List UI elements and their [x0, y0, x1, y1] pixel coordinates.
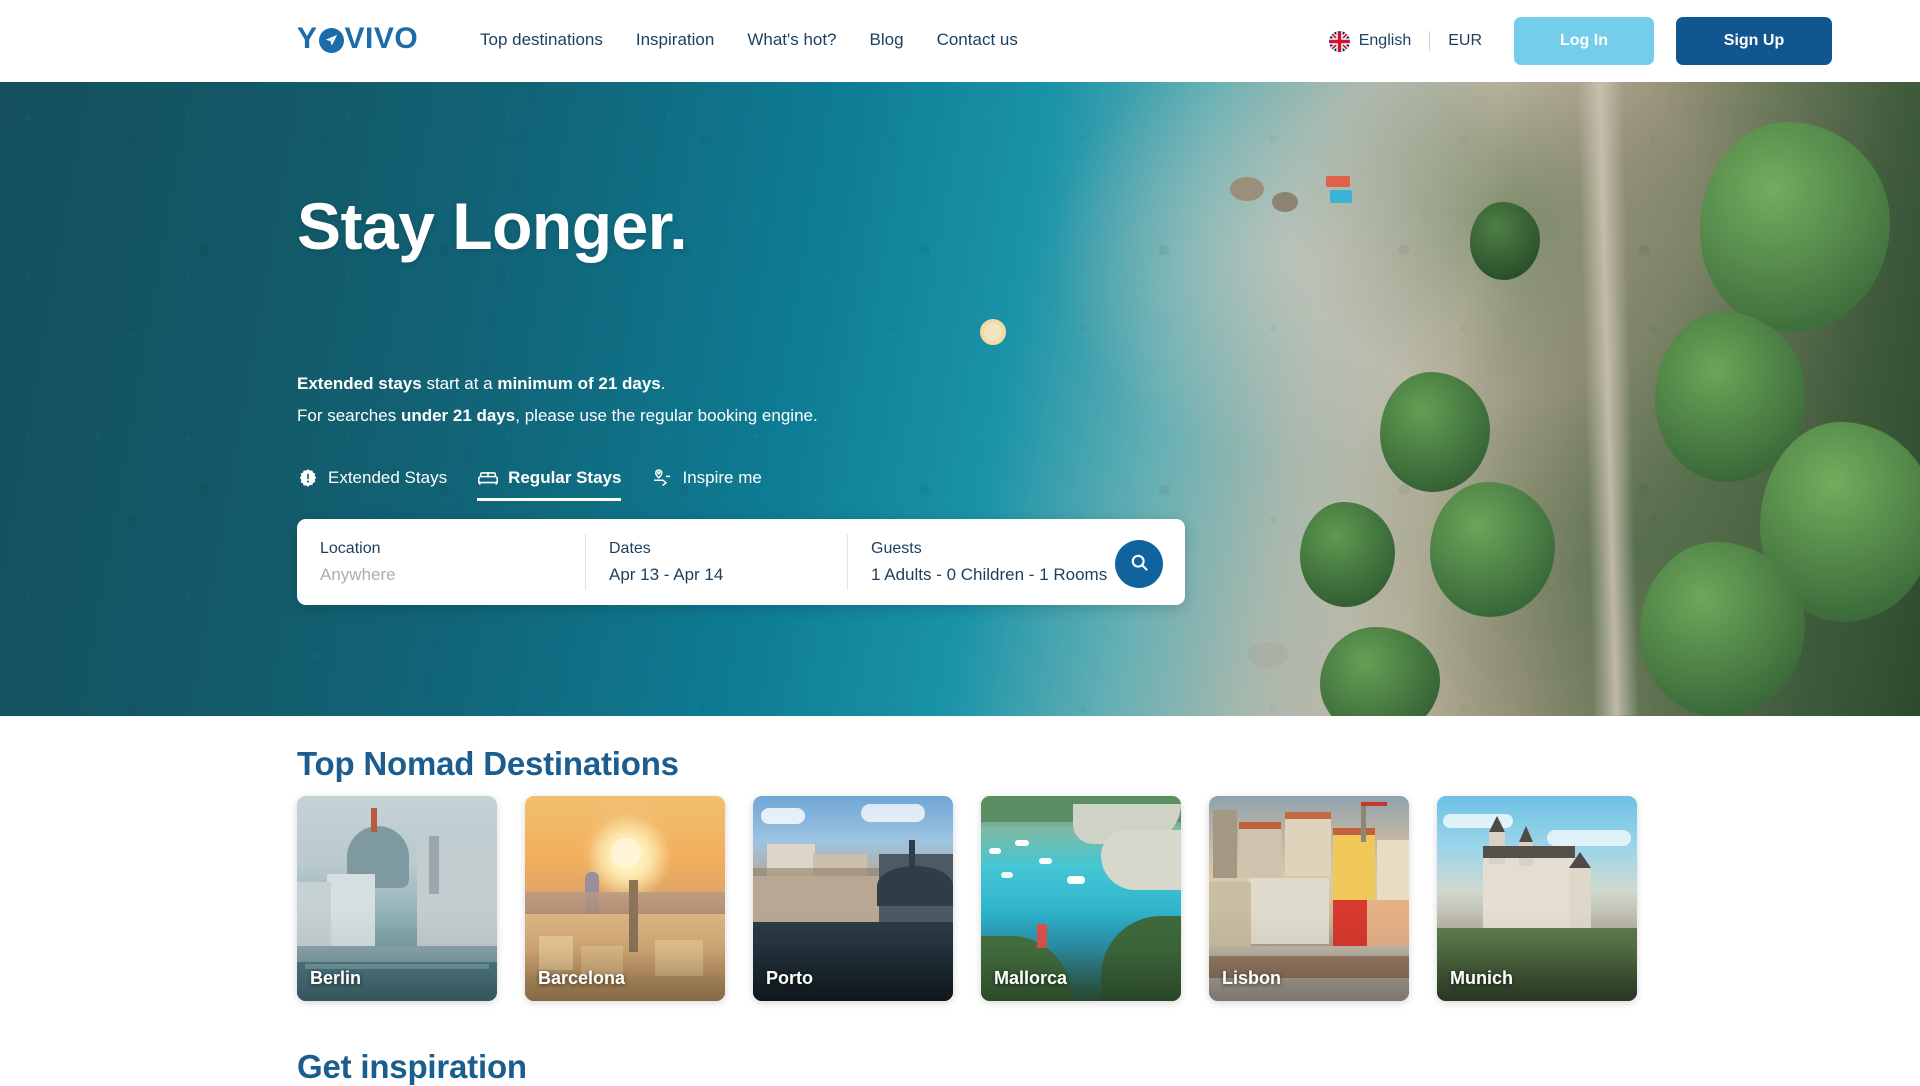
logo-text-after: VIVO: [344, 22, 419, 55]
site-header: Y VIVO Top destinations Inspiration What…: [0, 0, 1920, 82]
header-actions: English EUR Log In Sign Up: [1328, 0, 1920, 82]
destination-label-lisbon: Lisbon: [1222, 968, 1281, 988]
guests-field[interactable]: Guests 1 Adults - 0 Children - 1 Rooms: [847, 534, 1159, 590]
tab-inspire-me[interactable]: Inspire me: [651, 467, 762, 501]
language-label: English: [1358, 32, 1412, 49]
tab-extended-stays[interactable]: Extended Stays: [297, 467, 447, 501]
location-label: Location: [320, 539, 381, 557]
destination-card-barcelona[interactable]: Barcelona: [525, 796, 725, 1001]
uk-flag-icon: [1328, 30, 1350, 52]
destination-card-porto[interactable]: Porto: [753, 796, 953, 1001]
nav-item-whats-hot[interactable]: What's hot?: [747, 30, 836, 50]
main-nav: Top destinations Inspiration What's hot?…: [480, 20, 1018, 60]
destination-label-barcelona: Barcelona: [538, 968, 626, 988]
hero-subtitle-end: .: [660, 374, 666, 393]
destination-label-berlin: Berlin: [310, 968, 362, 988]
dates-field[interactable]: Dates Apr 13 - Apr 14: [585, 534, 847, 590]
tab-label-inspire-me: Inspire me: [682, 468, 762, 487]
hero-content: Stay Longer. Extended stays start at a m…: [297, 82, 1397, 716]
hero-title: Stay Longer.: [297, 189, 688, 263]
language-selector[interactable]: English: [1328, 30, 1412, 52]
hero-subtitle2-start: For searches: [297, 406, 401, 425]
paper-plane-icon: [318, 27, 344, 53]
destination-card-mallorca[interactable]: Mallorca: [981, 796, 1181, 1001]
search-tabs: Extended Stays Regular Stays Inspire me: [297, 467, 762, 501]
get-inspiration-title: Get inspiration: [297, 1048, 527, 1085]
tab-label-regular-stays: Regular Stays: [508, 468, 622, 487]
hero-subtitle-line-2: For searches under 21 days, please use t…: [297, 404, 818, 428]
destination-card-lisbon[interactable]: Lisbon: [1209, 796, 1409, 1001]
map-pin-route-icon: [651, 467, 673, 489]
nav-item-top-destinations[interactable]: Top destinations: [480, 30, 603, 50]
destination-label-munich: Munich: [1450, 968, 1513, 988]
alert-badge-icon: [297, 467, 319, 489]
tab-regular-stays[interactable]: Regular Stays: [477, 467, 622, 501]
destination-label-mallorca: Mallorca: [994, 968, 1068, 988]
destination-card-berlin[interactable]: Berlin: [297, 796, 497, 1001]
currency-selector[interactable]: EUR: [1448, 32, 1482, 50]
logo-text-before: Y: [297, 22, 318, 55]
bed-icon: [477, 467, 499, 489]
hero-subtitle-bold-extended-stays: Extended stays: [297, 374, 422, 393]
destination-card-munich[interactable]: Munich: [1437, 796, 1637, 1001]
dates-label: Dates: [609, 539, 651, 557]
signup-button[interactable]: Sign Up: [1676, 17, 1832, 65]
hero-subtitle2-end: , please use the regular booking engine.: [515, 406, 818, 425]
hero-subtitle-mid: start at a: [421, 374, 498, 393]
nav-item-inspiration[interactable]: Inspiration: [636, 30, 714, 50]
search-icon: [1129, 552, 1150, 576]
header-divider: [1429, 31, 1431, 51]
hero-subtitle-bold-minimum: minimum of 21 days: [497, 374, 661, 393]
search-bar: Location Anywhere Dates Apr 13 - Apr 14 …: [297, 519, 1185, 605]
tab-label-extended-stays: Extended Stays: [328, 468, 448, 487]
nav-item-contact-us[interactable]: Contact us: [937, 30, 1018, 50]
hero-subtitle-line-1: Extended stays start at a minimum of 21 …: [297, 372, 666, 396]
hero-banner: Stay Longer. Extended stays start at a m…: [0, 82, 1920, 716]
nomad-destinations-title: Top Nomad Destinations: [297, 745, 679, 782]
logo-text: Y VIVO: [297, 24, 418, 54]
dates-value[interactable]: Apr 13 - Apr 14: [609, 565, 847, 585]
logo[interactable]: Y VIVO: [297, 18, 418, 60]
search-button[interactable]: [1115, 540, 1163, 588]
destination-cards: Berlin Barcelona Porto Mallorca Lisbon M…: [297, 796, 1637, 1001]
hero-subtitle2-bold-under: under 21 days: [400, 406, 516, 425]
nav-item-blog[interactable]: Blog: [870, 30, 904, 50]
location-field[interactable]: Location Anywhere: [297, 534, 585, 590]
location-input[interactable]: Anywhere: [320, 565, 585, 585]
tree-decoration: [1640, 542, 1805, 716]
login-button[interactable]: Log In: [1514, 17, 1654, 65]
destination-label-porto: Porto: [766, 968, 813, 988]
